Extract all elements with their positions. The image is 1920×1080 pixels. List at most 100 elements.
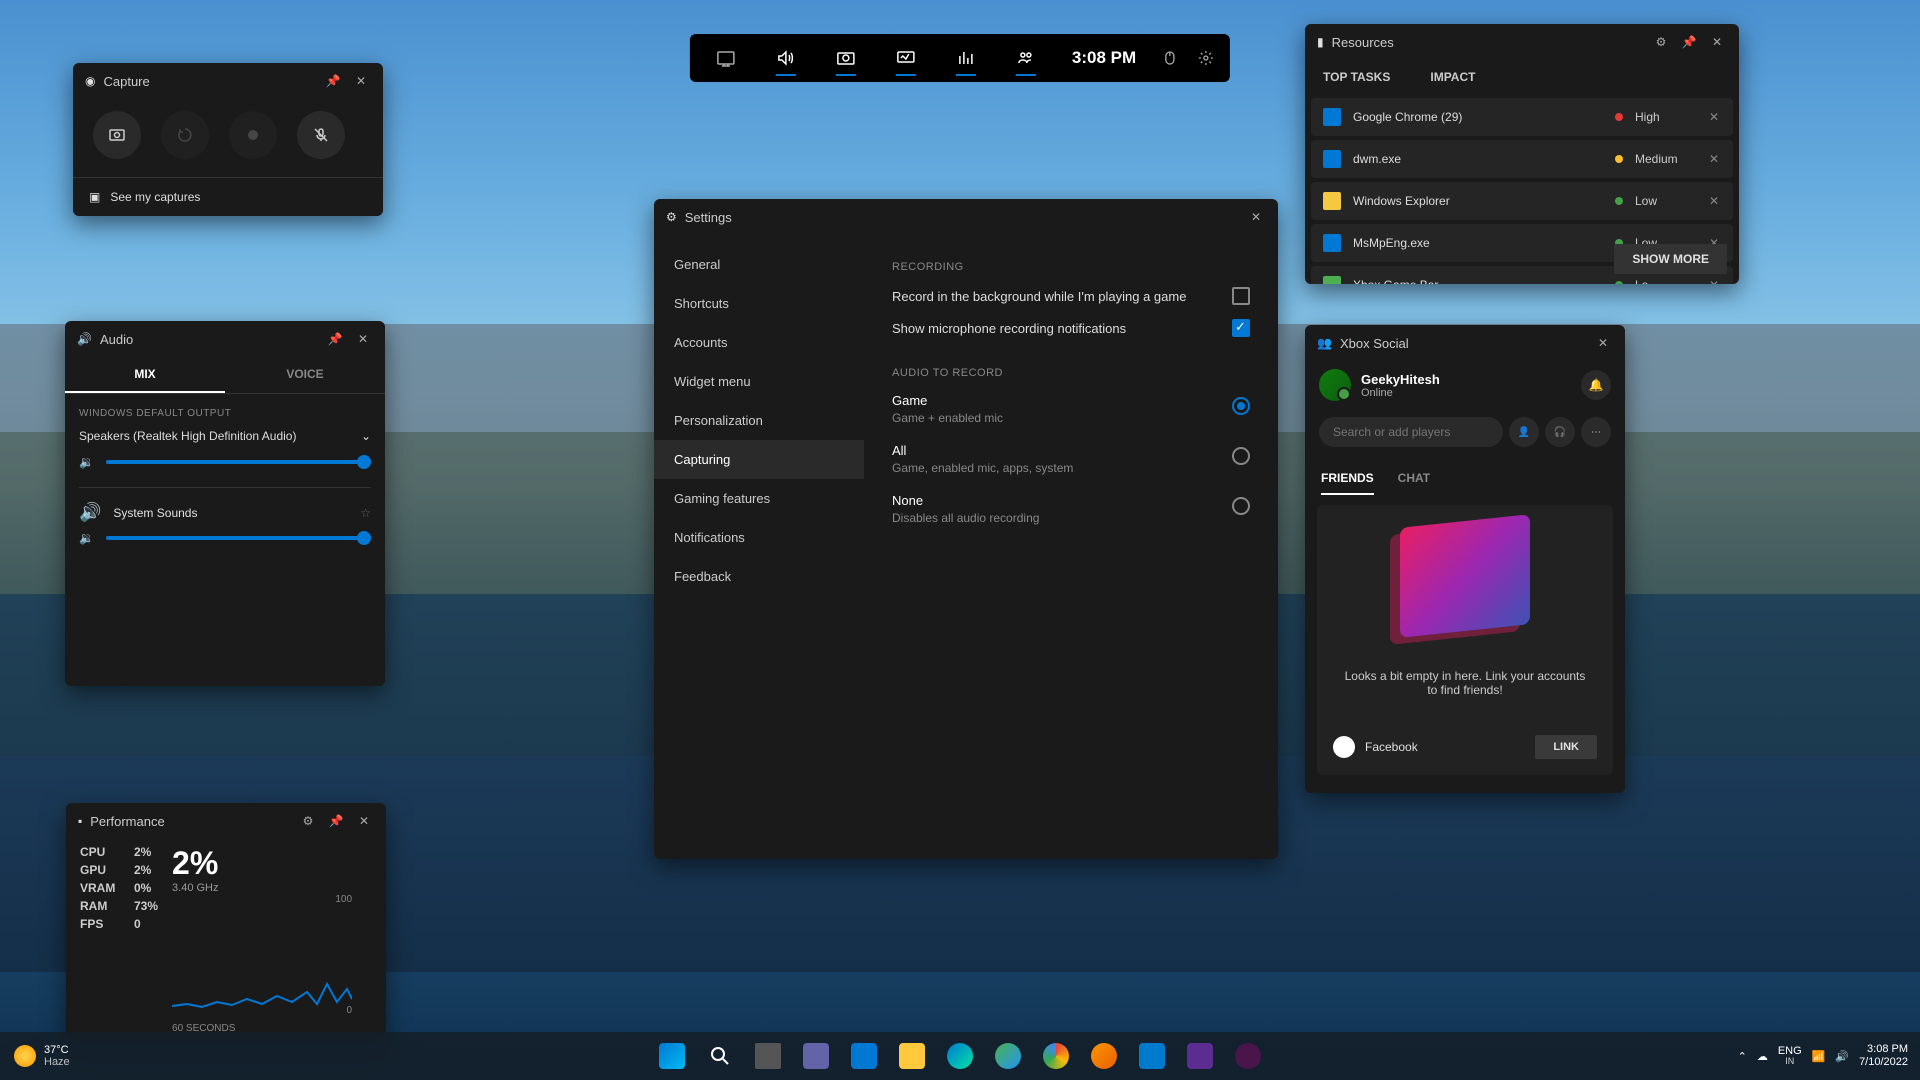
- tab-mix[interactable]: MIX: [65, 357, 225, 393]
- facebook-icon: [1333, 736, 1355, 758]
- tab-voice[interactable]: VOICE: [225, 357, 385, 393]
- store-icon[interactable]: [842, 1034, 886, 1078]
- nav-gaming-features[interactable]: Gaming features: [654, 479, 864, 518]
- settings-widget: ⚙ Settings ✕ General Shortcuts Accounts …: [654, 199, 1278, 859]
- add-friend-button[interactable]: 👤: [1509, 417, 1539, 447]
- performance-title: Performance: [90, 814, 290, 829]
- speaker-icon: 🔉: [79, 531, 94, 545]
- social-icon: 👥: [1317, 336, 1332, 350]
- tab-top-tasks[interactable]: TOP TASKS: [1323, 60, 1390, 94]
- app-icon: [1323, 234, 1341, 252]
- record-last-button: [161, 111, 209, 159]
- end-task-button[interactable]: ✕: [1707, 278, 1721, 284]
- options-icon[interactable]: ⚙: [1651, 32, 1671, 52]
- headset-button[interactable]: 🎧: [1545, 417, 1575, 447]
- tray-clock[interactable]: 3:08 PM 7/10/2022: [1859, 1043, 1908, 1069]
- nav-accounts[interactable]: Accounts: [654, 323, 864, 362]
- end-task-button[interactable]: ✕: [1707, 110, 1721, 124]
- widgets-icon[interactable]: [696, 34, 756, 82]
- nav-widget-menu[interactable]: Widget menu: [654, 362, 864, 401]
- onedrive-icon[interactable]: ☁: [1757, 1050, 1768, 1063]
- capture-icon[interactable]: [816, 34, 876, 82]
- performance-icon[interactable]: [876, 34, 936, 82]
- close-icon[interactable]: ✕: [1593, 333, 1613, 353]
- search-players-input[interactable]: [1319, 417, 1503, 447]
- tray-chevron-icon[interactable]: ⌃: [1738, 1050, 1747, 1063]
- favorite-icon[interactable]: ☆: [360, 506, 371, 520]
- social-icon[interactable]: [996, 34, 1056, 82]
- end-task-button[interactable]: ✕: [1707, 152, 1721, 166]
- nav-shortcuts[interactable]: Shortcuts: [654, 284, 864, 323]
- background-record-checkbox[interactable]: [1232, 287, 1250, 305]
- radio-all-label: All: [892, 443, 1073, 458]
- perf-main-value: 2%: [172, 845, 352, 882]
- options-icon[interactable]: ⚙: [298, 811, 318, 831]
- mic-toggle-button[interactable]: [297, 111, 345, 159]
- app-icon: [1323, 150, 1341, 168]
- facebook-label: Facebook: [1365, 740, 1418, 754]
- end-task-button[interactable]: ✕: [1707, 194, 1721, 208]
- pin-icon[interactable]: 📌: [323, 71, 343, 91]
- app-icon: [1323, 192, 1341, 210]
- explorer-icon[interactable]: [890, 1034, 934, 1078]
- more-button[interactable]: ⋯: [1581, 417, 1611, 447]
- see-captures-link[interactable]: ▣ See my captures: [73, 177, 383, 216]
- app-icon[interactable]: [986, 1034, 1030, 1078]
- tab-chat[interactable]: CHAT: [1398, 463, 1430, 495]
- mic-notifications-label: Show microphone recording notifications: [892, 321, 1126, 336]
- radio-all[interactable]: [1232, 447, 1250, 465]
- audio-widget: 🔊 Audio 📌 ✕ MIX VOICE WINDOWS DEFAULT OU…: [65, 321, 385, 686]
- task-view-button[interactable]: [746, 1034, 790, 1078]
- tab-impact[interactable]: IMPACT: [1430, 60, 1475, 94]
- mic-notifications-checkbox[interactable]: [1232, 319, 1250, 337]
- screenshot-button[interactable]: [93, 111, 141, 159]
- teams-icon[interactable]: [794, 1034, 838, 1078]
- close-icon[interactable]: ✕: [353, 329, 373, 349]
- nav-notifications[interactable]: Notifications: [654, 518, 864, 557]
- weather-icon: [14, 1045, 36, 1067]
- wifi-icon[interactable]: 📶: [1812, 1050, 1826, 1063]
- slack-icon[interactable]: [1226, 1034, 1270, 1078]
- link-facebook-button[interactable]: LINK: [1535, 735, 1597, 759]
- vscode-icon[interactable]: [1130, 1034, 1174, 1078]
- impact-dot: [1615, 281, 1623, 284]
- close-icon[interactable]: ✕: [1707, 32, 1727, 52]
- pin-icon[interactable]: 📌: [325, 329, 345, 349]
- close-icon[interactable]: ✕: [351, 71, 371, 91]
- user-status: Online: [1361, 387, 1440, 399]
- audio-icon[interactable]: [756, 34, 816, 82]
- nav-capturing[interactable]: Capturing: [654, 440, 864, 479]
- pin-icon[interactable]: 📌: [1679, 32, 1699, 52]
- close-icon[interactable]: ✕: [354, 811, 374, 831]
- username: GeekyHitesh: [1361, 372, 1440, 387]
- nav-personalization[interactable]: Personalization: [654, 401, 864, 440]
- pin-icon[interactable]: 📌: [326, 811, 346, 831]
- radio-game[interactable]: [1232, 397, 1250, 415]
- mouse-icon[interactable]: [1152, 34, 1188, 82]
- speaker-icon: 🔊: [77, 332, 92, 346]
- user-avatar[interactable]: [1319, 369, 1351, 401]
- resources-icon[interactable]: [936, 34, 996, 82]
- tab-friends[interactable]: FRIENDS: [1321, 463, 1374, 495]
- chrome-icon[interactable]: [1034, 1034, 1078, 1078]
- weather-widget[interactable]: 37°C Haze: [0, 1044, 84, 1068]
- record-button: [229, 111, 277, 159]
- nav-feedback[interactable]: Feedback: [654, 557, 864, 596]
- start-button[interactable]: [650, 1034, 694, 1078]
- notifications-button[interactable]: 🔔: [1581, 370, 1611, 400]
- search-button[interactable]: [698, 1034, 742, 1078]
- close-icon[interactable]: ✕: [1246, 207, 1266, 227]
- output-device-dropdown[interactable]: Speakers (Realtek High Definition Audio)…: [79, 429, 371, 443]
- vs-icon[interactable]: [1178, 1034, 1222, 1078]
- perf-chart: 100 0 60 SECONDS: [172, 894, 352, 1034]
- master-volume-slider[interactable]: [106, 460, 371, 464]
- nav-general[interactable]: General: [654, 245, 864, 284]
- edge-icon[interactable]: [938, 1034, 982, 1078]
- firefox-icon[interactable]: [1082, 1034, 1126, 1078]
- system-sounds-slider[interactable]: [106, 536, 371, 540]
- settings-icon[interactable]: [1188, 34, 1224, 82]
- show-more-button[interactable]: SHOW MORE: [1614, 244, 1727, 274]
- gamebar-topbar: 3:08 PM: [690, 34, 1230, 82]
- volume-icon[interactable]: 🔊: [1835, 1050, 1849, 1063]
- radio-none[interactable]: [1232, 497, 1250, 515]
